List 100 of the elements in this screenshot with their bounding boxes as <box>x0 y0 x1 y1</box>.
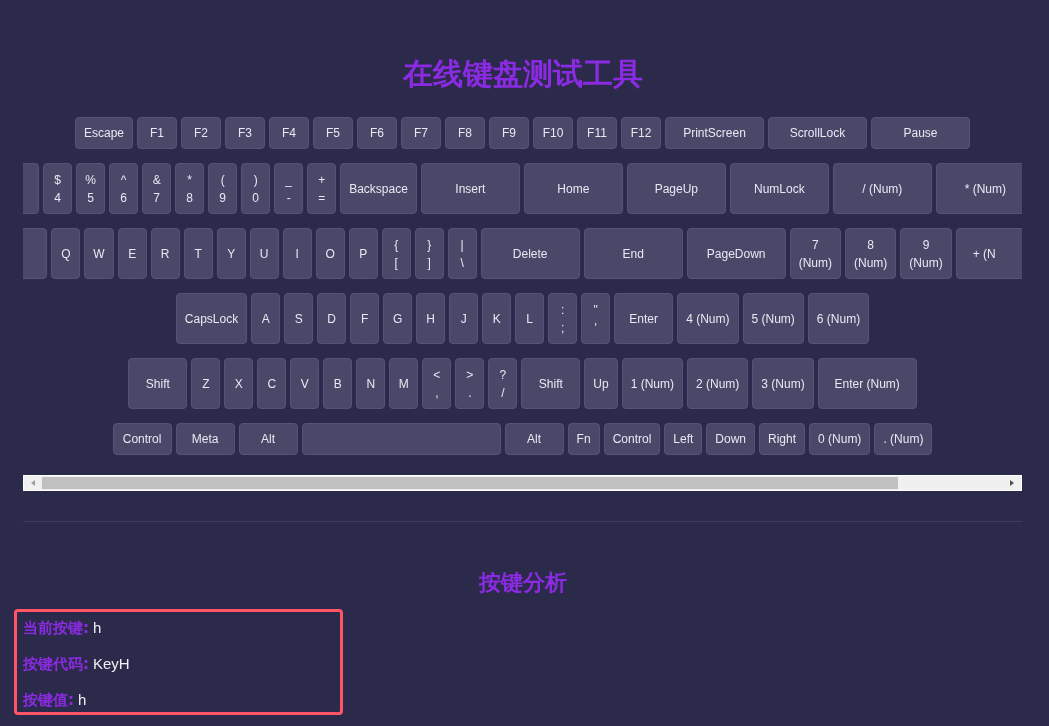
keyboard-key[interactable]: F10 <box>533 117 573 149</box>
keyboard-key[interactable]: 1 (Num) <box>621 358 683 409</box>
keyboard-key[interactable]: Home <box>523 163 623 214</box>
keyboard-key[interactable]: Backspace <box>340 163 417 214</box>
keyboard-key[interactable]: Right <box>759 423 806 455</box>
keyboard-key[interactable]: Enter (Num) <box>817 358 917 409</box>
keyboard-key[interactable]: Meta <box>175 423 235 455</box>
keyboard-key[interactable]: < , <box>422 358 452 409</box>
keyboard-key[interactable]: " ' <box>581 293 611 344</box>
keyboard-key[interactable]: F9 <box>489 117 529 149</box>
keyboard-key[interactable]: ) 0 <box>241 163 271 214</box>
keyboard-key[interactable]: _ - <box>274 163 304 214</box>
keyboard-key[interactable]: F7 <box>401 117 441 149</box>
scroll-right-icon[interactable] <box>1008 479 1016 487</box>
keyboard-key[interactable] <box>23 228 48 279</box>
keyboard-key[interactable]: B <box>323 358 353 409</box>
keyboard-key[interactable]: 5 (Num) <box>742 293 804 344</box>
keyboard-key[interactable]: O <box>315 228 345 279</box>
keyboard-key[interactable]: U <box>249 228 279 279</box>
keyboard-key[interactable]: N <box>356 358 386 409</box>
keyboard-key[interactable]: Fn <box>567 423 600 455</box>
keyboard-key[interactable]: > . <box>455 358 485 409</box>
keyboard-key[interactable]: 8 (Num) <box>845 228 897 279</box>
keyboard-key[interactable]: : ; <box>548 293 578 344</box>
keyboard-key[interactable]: ( 9 <box>208 163 238 214</box>
keyboard-key[interactable]: T <box>183 228 213 279</box>
keyboard-key[interactable]: F2 <box>181 117 221 149</box>
keyboard-key[interactable]: $ 4 <box>43 163 73 214</box>
horizontal-scrollbar[interactable] <box>23 475 1022 491</box>
keyboard-key[interactable]: Alt <box>504 423 564 455</box>
keyboard-key[interactable]: F <box>350 293 380 344</box>
keyboard-key[interactable]: F3 <box>225 117 265 149</box>
keyboard-key[interactable]: 6 (Num) <box>807 293 870 344</box>
keyboard-key[interactable]: 9 (Num) <box>900 228 952 279</box>
keyboard-key[interactable]: 4 (Num) <box>677 293 739 344</box>
keyboard-key[interactable]: F1 <box>137 117 177 149</box>
keyboard-key[interactable]: Control <box>603 423 661 455</box>
keyboard-key[interactable]: . (Num) <box>874 423 933 455</box>
keyboard-key[interactable]: D <box>317 293 347 344</box>
keyboard-key[interactable]: + (N <box>955 228 1022 279</box>
keyboard-key[interactable]: NumLock <box>729 163 829 214</box>
keyboard-key[interactable]: 2 (Num) <box>687 358 749 409</box>
keyboard-key[interactable]: ? / <box>488 358 518 409</box>
keyboard-key[interactable]: F5 <box>313 117 353 149</box>
keyboard-key[interactable]: M <box>389 358 419 409</box>
keyboard-key[interactable]: L <box>515 293 545 344</box>
keyboard-key[interactable]: A <box>251 293 281 344</box>
keyboard-key[interactable]: G <box>383 293 413 344</box>
keyboard-key[interactable]: * 8 <box>175 163 205 214</box>
keyboard-key[interactable]: R <box>150 228 180 279</box>
keyboard-key[interactable]: CapsLock <box>175 293 248 344</box>
keyboard-key[interactable]: X <box>224 358 254 409</box>
keyboard-key[interactable]: F8 <box>445 117 485 149</box>
keyboard-key[interactable]: { [ <box>381 228 411 279</box>
keyboard-key[interactable]: & 7 <box>142 163 172 214</box>
scroll-left-icon[interactable] <box>29 479 37 487</box>
keyboard-key[interactable]: Down <box>706 423 755 455</box>
keyboard-key[interactable]: Shift <box>521 358 581 409</box>
keyboard-key[interactable]: 0 (Num) <box>809 423 871 455</box>
keyboard-key[interactable]: Escape <box>75 117 133 149</box>
keyboard-key[interactable]: C <box>257 358 287 409</box>
keyboard-key[interactable]: | \ <box>447 228 477 279</box>
keyboard-key[interactable]: ^ 6 <box>109 163 139 214</box>
keyboard-key[interactable]: + = <box>307 163 337 214</box>
keyboard-key[interactable]: F12 <box>621 117 661 149</box>
keyboard-key[interactable]: 7 (Num) <box>789 228 841 279</box>
keyboard-key[interactable]: Insert <box>420 163 520 214</box>
keyboard-key[interactable]: } ] <box>414 228 444 279</box>
keyboard-key[interactable]: Delete <box>480 228 580 279</box>
space-key[interactable] <box>301 423 501 455</box>
keyboard-key[interactable]: S <box>284 293 314 344</box>
keyboard-key[interactable]: 3 (Num) <box>752 358 814 409</box>
keyboard-key[interactable]: E <box>117 228 147 279</box>
keyboard-key[interactable]: PrintScreen <box>665 117 764 149</box>
keyboard-key[interactable]: Alt <box>238 423 298 455</box>
keyboard-key[interactable]: Left <box>664 423 703 455</box>
keyboard-key[interactable]: I <box>282 228 312 279</box>
keyboard-key[interactable]: ScrollLock <box>768 117 867 149</box>
keyboard-key[interactable]: End <box>583 228 683 279</box>
keyboard-key[interactable]: F4 <box>269 117 309 149</box>
keyboard-key[interactable]: P <box>348 228 378 279</box>
keyboard-key[interactable]: PageUp <box>626 163 726 214</box>
keyboard-key[interactable]: Up <box>584 358 618 409</box>
keyboard-key[interactable]: J <box>449 293 479 344</box>
keyboard-key[interactable]: F6 <box>357 117 397 149</box>
keyboard-key[interactable]: Y <box>216 228 246 279</box>
keyboard-key[interactable]: Shift <box>128 358 188 409</box>
keyboard-key[interactable]: Q <box>51 228 81 279</box>
keyboard-key[interactable]: F11 <box>577 117 617 149</box>
keyboard-key[interactable]: PageDown <box>686 228 786 279</box>
keyboard-key[interactable]: H <box>416 293 446 344</box>
keyboard-key[interactable]: K <box>482 293 512 344</box>
keyboard-key[interactable]: % 5 <box>76 163 106 214</box>
keyboard-key[interactable]: W <box>84 228 114 279</box>
keyboard-key[interactable]: / (Num) <box>832 163 932 214</box>
keyboard-key[interactable]: * (Num) <box>935 163 1022 214</box>
keyboard-key[interactable]: Z <box>191 358 221 409</box>
keyboard-key[interactable]: Pause <box>871 117 970 149</box>
keyboard-key[interactable]: Enter <box>614 293 674 344</box>
keyboard-key[interactable]: V <box>290 358 320 409</box>
